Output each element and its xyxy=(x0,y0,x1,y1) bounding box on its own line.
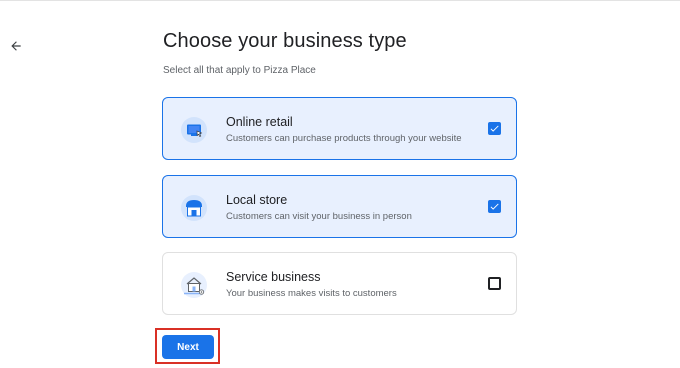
checkmark-icon xyxy=(490,125,499,132)
option-card-local-store[interactable]: Local store Customers can visit your bus… xyxy=(162,175,517,238)
top-divider xyxy=(0,0,680,1)
option-description: Customers can visit your business in per… xyxy=(226,211,412,222)
option-card-service-business[interactable]: Service business Your business makes vis… xyxy=(162,252,517,315)
arrow-back-icon xyxy=(11,41,21,51)
option-title: Service business xyxy=(226,270,321,284)
next-button[interactable]: Next xyxy=(162,335,214,359)
local-store-checkbox[interactable] xyxy=(488,200,501,213)
online-retail-icon xyxy=(180,116,208,144)
house-location-icon xyxy=(180,271,208,299)
service-business-checkbox[interactable] xyxy=(488,277,501,290)
page-title: Choose your business type xyxy=(163,30,407,52)
online-retail-checkbox[interactable] xyxy=(488,122,501,135)
store-icon xyxy=(180,194,208,222)
checkmark-icon xyxy=(490,203,499,210)
option-title: Local store xyxy=(226,193,288,207)
option-description: Customers can purchase products through … xyxy=(226,133,462,144)
back-button[interactable] xyxy=(6,36,26,56)
page-subtitle: Select all that apply to Pizza Place xyxy=(163,65,316,76)
option-title: Online retail xyxy=(226,115,293,129)
option-description: Your business makes visits to customers xyxy=(226,288,397,299)
option-card-online-retail[interactable]: Online retail Customers can purchase pro… xyxy=(162,97,517,160)
